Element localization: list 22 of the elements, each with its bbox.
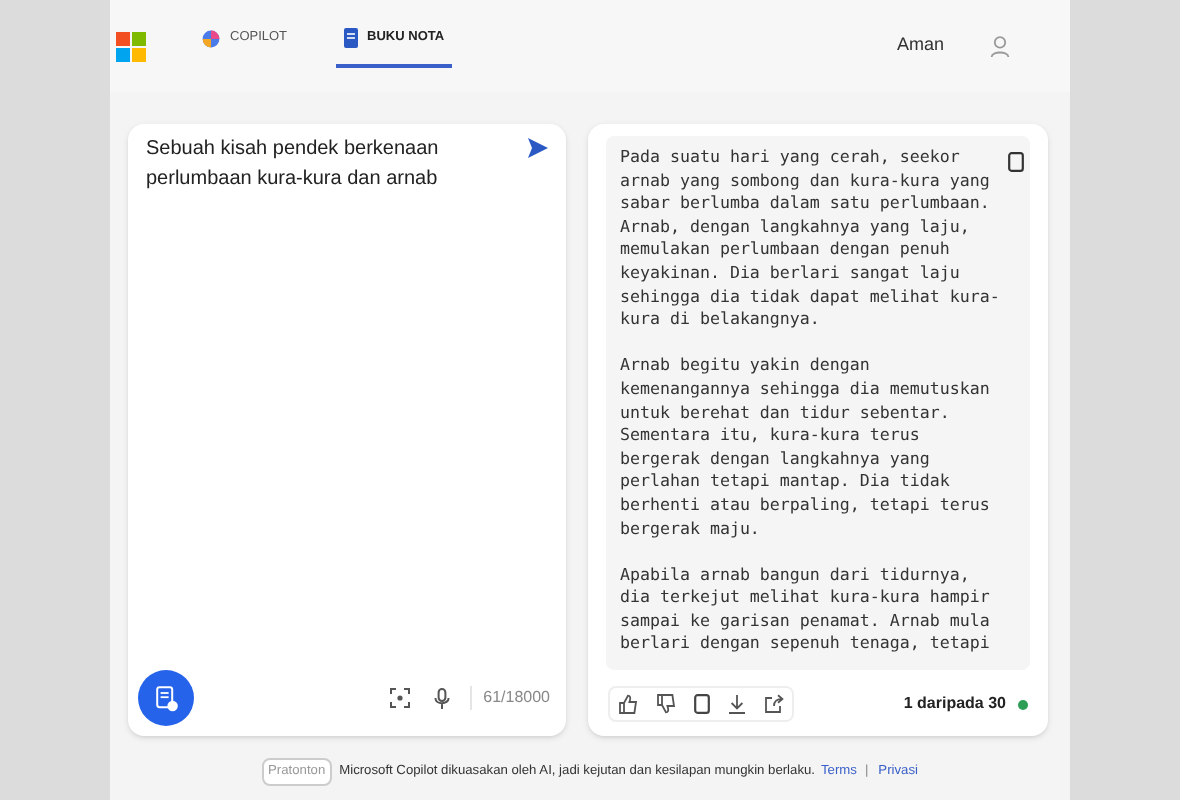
response-paragraph: Apabila arnab bangun dari tidurnya, dia terkejut melihat kura-kura hampir sampai ke garisan penamat. Arnab mula berlari dengan sepenuh tenaga, tetapi (620, 563, 992, 657)
note-icon (343, 28, 358, 48)
page-indicator: 1 daripada 30 (903, 692, 1006, 716)
thumbs-down-icon[interactable] (656, 694, 676, 714)
prompt-field[interactable]: Sebuah kisah pendek berkenaan perlumbaan kura-kura dan arnab (146, 134, 490, 634)
response-paragraph: Pada suatu hari yang cerah, seekor arnab yang sombong dan kura-kura yang sabar berlumba dalam satu perlumbaan. Arnab, dengan langkahnya yang laju, memulakan perlumbaan dengan penuh keyakinan. Dia berlari sangat laju sehingga dia tidak dapat melihat kura-kura di belakangnya. (620, 146, 1000, 332)
character-counter: 61/18000 (469, 686, 550, 710)
share-icon[interactable] (764, 694, 784, 714)
copy-icon (1008, 151, 1024, 171)
scan-icon[interactable] (389, 688, 410, 708)
logo-icon (116, 31, 146, 61)
notebook-button[interactable] (138, 670, 194, 726)
send-icon[interactable] (528, 138, 548, 158)
prompt-box[interactable]: Sebuah kisah pendek berkenaan perlumbaan kura-kura dan arnab 61/18000 (128, 124, 566, 736)
microphone-icon[interactable] (433, 687, 450, 709)
response-paragraph: Arnab begitu yakin dengan kemenangannya sehingga dia memutuskan untuk berehat dan tidur sebentar. Sementara itu, kura-kura terus bergerak dengan langkahnya yang perlahan tetapi mantap. Dia tidak berhenti atau berpaling, tetapi terus bergerak maju. (620, 354, 992, 541)
note-icon (155, 685, 177, 711)
copy-icon[interactable] (694, 694, 710, 714)
user-icon[interactable] (990, 35, 1010, 57)
thumbs-up-icon[interactable] (618, 694, 638, 714)
download-icon[interactable] (728, 694, 746, 714)
user-name: Aman (896, 32, 944, 59)
